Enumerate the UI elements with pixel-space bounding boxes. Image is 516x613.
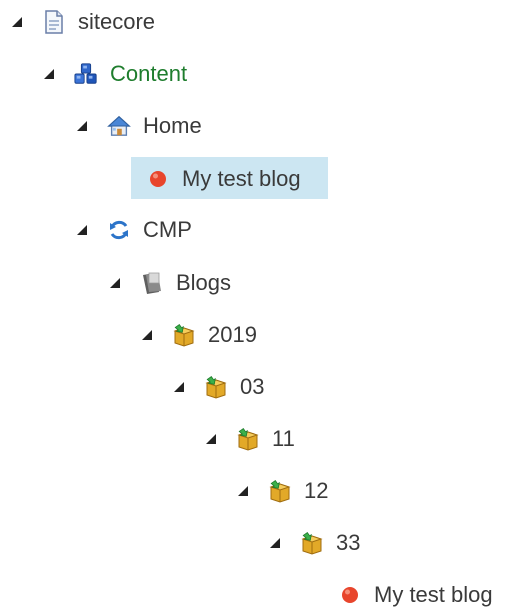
package-icon [172, 323, 196, 347]
cubes-icon [74, 62, 98, 86]
expand-toggle-icon[interactable] [236, 484, 250, 498]
tree-node-label: 12 [304, 478, 329, 503]
tree-node-label: Blogs [176, 270, 232, 295]
tree-node-label: Home [143, 113, 202, 138]
tree-node-label: 33 [336, 530, 361, 555]
tree-node-label: 2019 [208, 322, 257, 347]
content-tree: sitecore Content Home My test blog CMP B… [0, 0, 516, 613]
package-icon [268, 479, 292, 503]
tree-node-label: My test blog [374, 582, 493, 607]
grey-folder-icon [140, 271, 164, 295]
tree-node-label: CMP [143, 217, 192, 242]
tree-node-label: Content [110, 61, 188, 86]
tree-node-content[interactable]: Content [42, 57, 187, 91]
tree-node-label: 11 [272, 426, 295, 451]
house-icon [107, 114, 131, 138]
expand-toggle-icon[interactable] [42, 67, 56, 81]
tree-node-11[interactable]: 11 [204, 422, 295, 456]
sync-icon [107, 218, 131, 242]
tree-node-label: sitecore [78, 9, 156, 34]
tree-node-home-my-test-blog[interactable]: My test blog [146, 162, 301, 196]
tree-node-2019[interactable]: 2019 [140, 318, 257, 352]
package-icon [300, 531, 324, 555]
tree-node-blogs[interactable]: Blogs [108, 266, 231, 300]
expand-toggle-icon[interactable] [75, 223, 89, 237]
tree-node-home[interactable]: Home [75, 109, 202, 143]
red-dot-icon [338, 583, 362, 607]
expand-toggle-icon[interactable] [10, 15, 24, 29]
expand-toggle-icon[interactable] [172, 380, 186, 394]
package-icon [236, 427, 260, 451]
tree-node-33[interactable]: 33 [268, 526, 360, 560]
expand-toggle-icon[interactable] [75, 119, 89, 133]
tree-node-label: My test blog [182, 166, 301, 191]
package-icon [204, 375, 228, 399]
expand-toggle-icon[interactable] [108, 276, 122, 290]
tree-node-12[interactable]: 12 [236, 474, 328, 508]
expand-toggle-icon[interactable] [268, 536, 282, 550]
expand-toggle-icon[interactable] [140, 328, 154, 342]
red-dot-icon [146, 167, 170, 191]
tree-node-cmp[interactable]: CMP [75, 213, 192, 247]
tree-node-cmp-my-test-blog[interactable]: My test blog [338, 578, 493, 612]
tree-node-label: 03 [240, 374, 265, 399]
tree-node-sitecore[interactable]: sitecore [10, 5, 155, 39]
document-icon [42, 10, 66, 34]
tree-node-03[interactable]: 03 [172, 370, 264, 404]
expand-toggle-icon[interactable] [204, 432, 218, 446]
